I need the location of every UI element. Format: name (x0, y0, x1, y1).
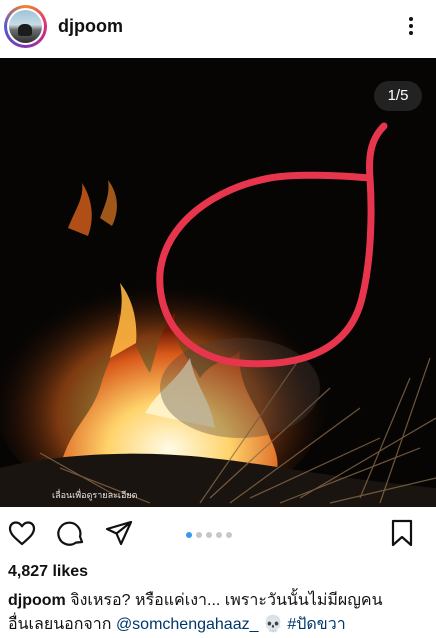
fire-photo (0, 58, 436, 507)
post-header: djpoom (0, 0, 436, 56)
carousel-dot (216, 532, 222, 538)
carousel-dot (206, 532, 212, 538)
carousel-dots (186, 525, 236, 538)
video-overlay-text: เลื่อนเพื่อดูรายละเอียด (52, 490, 138, 500)
avatar-photo (9, 10, 42, 43)
comment-icon[interactable] (56, 518, 86, 548)
caption-text-2: อื่นเลยนอกจาก (8, 616, 112, 633)
carousel-dot (196, 532, 202, 538)
carousel-dot (226, 532, 232, 538)
caption-text-1: จิงเหรอ? หรือแค่เงา... เพราะวันนั้นไม่มี… (70, 592, 383, 609)
caption-username[interactable]: djpoom (8, 592, 66, 609)
avatar[interactable] (4, 5, 47, 48)
bookmark-icon[interactable] (387, 518, 417, 548)
username[interactable]: djpoom (58, 16, 123, 37)
heart-icon[interactable] (7, 518, 37, 548)
more-icon[interactable] (406, 14, 416, 40)
likes-count[interactable]: 4,827 likes (8, 563, 88, 581)
caption-hashtag[interactable]: #ปัดขวา (287, 616, 345, 633)
media-counter: 1/5 (374, 81, 422, 111)
post-caption: djpoom จิงเหรอ? หรือแค่เงา... เพราะวันนั… (8, 589, 432, 637)
share-icon[interactable] (104, 518, 134, 548)
caption-mention[interactable]: @somchengahaaz_ (116, 616, 259, 633)
carousel-dot (186, 532, 192, 538)
skull-emoji: 💀 (262, 616, 283, 633)
post-media[interactable]: 1/5 เลื่อนเพื่อดูรายละเอียด (0, 58, 436, 507)
